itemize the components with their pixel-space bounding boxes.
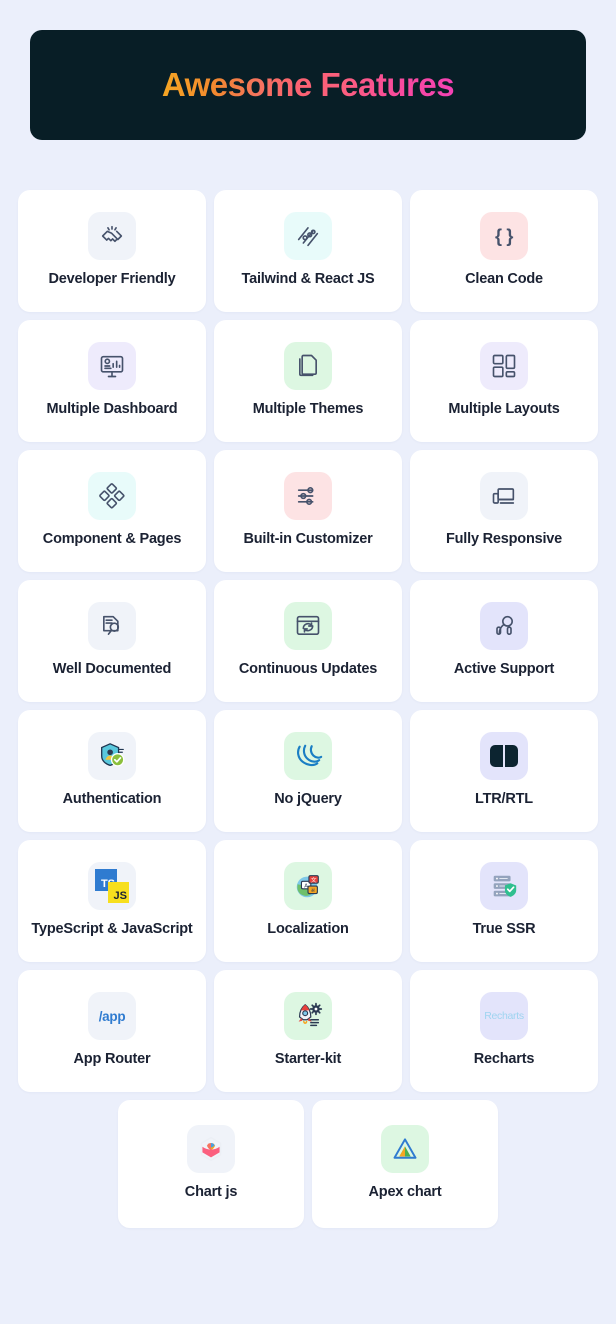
typescript-javascript-icon: TSJS <box>88 862 136 911</box>
feature-card[interactable]: Fully Responsive <box>410 450 598 572</box>
server-shield-icon <box>480 862 528 911</box>
feature-card-label: Localization <box>267 921 349 938</box>
feature-card[interactable]: /app App Router <box>18 970 206 1092</box>
feature-card[interactable]: True SSR <box>410 840 598 962</box>
feature-card-label: Recharts <box>473 1051 535 1068</box>
rocket-gear-icon <box>284 992 332 1041</box>
diamond-cluster-icon <box>88 472 136 521</box>
feature-card[interactable]: A 文 अ Localization <box>214 840 402 962</box>
feature-card[interactable]: Tailwind & React JS <box>214 190 402 312</box>
feature-card-label: LTR/RTL <box>475 791 533 808</box>
feature-card[interactable]: Multiple Layouts <box>410 320 598 442</box>
svg-text:अ: अ <box>311 888 315 894</box>
feature-card-label: Multiple Layouts <box>448 401 560 418</box>
feature-card-label: Developer Friendly <box>48 271 176 288</box>
handshake-icon <box>88 212 136 261</box>
icon-text: /app <box>98 1008 126 1024</box>
features-row: Chart js Apex chart <box>18 1100 598 1228</box>
feature-card-label: Multiple Themes <box>252 401 364 418</box>
document-search-icon <box>88 602 136 651</box>
feature-card[interactable]: Multiple Dashboard <box>18 320 206 442</box>
apexcharts-logo-icon <box>381 1125 429 1174</box>
feature-card[interactable]: Active Support <box>410 580 598 702</box>
feature-card-label: Active Support <box>453 661 555 678</box>
chartjs-logo-icon <box>187 1125 235 1174</box>
monitor-analytics-icon <box>88 342 136 391</box>
features-row: /app App Router Starter-kit Recharts Rechart… <box>18 970 598 1092</box>
recharts-text-icon: Recharts <box>480 992 528 1041</box>
ltr-rtl-split-icon <box>480 732 528 781</box>
curly-braces-icon: { } <box>480 212 528 261</box>
feature-card[interactable]: Authentication <box>18 710 206 832</box>
feature-card-label: Chart js <box>184 1184 238 1201</box>
globe-translate-icon: A文अ <box>284 862 332 911</box>
sliders-diagonal-icon <box>284 212 332 261</box>
stacked-pages-icon <box>284 342 332 391</box>
devices-icon <box>480 472 528 521</box>
feature-card-label: Well Documented <box>52 661 172 678</box>
feature-card[interactable]: Built-in Customizer <box>214 450 402 572</box>
layout-grid-icon <box>480 342 528 391</box>
features-row: Well Documented Continuous Updates Active … <box>18 580 598 702</box>
feature-card[interactable]: Developer Friendly <box>18 190 206 312</box>
features-row: Component & Pages Built-in Customizer Full… <box>18 450 598 572</box>
feature-card-label: Apex chart <box>368 1184 442 1201</box>
feature-card-label: Component & Pages <box>42 531 182 548</box>
icon-text: Recharts <box>484 1010 524 1023</box>
feature-card[interactable]: Continuous Updates <box>214 580 402 702</box>
svg-text:文: 文 <box>311 876 317 884</box>
jquery-logo-icon <box>284 732 332 781</box>
feature-card-label: Clean Code <box>465 271 543 288</box>
feature-card-label: App Router <box>73 1051 151 1068</box>
features-row: Authentication No jQuery LTR/RTL <box>18 710 598 832</box>
settings-sliders-icon <box>284 472 332 521</box>
features-row: Multiple Dashboard Multiple Themes Multipl… <box>18 320 598 442</box>
feature-card[interactable]: Multiple Themes <box>214 320 402 442</box>
app-route-text-icon: /app <box>88 992 136 1041</box>
browser-refresh-icon <box>284 602 332 651</box>
feature-card-label: Continuous Updates <box>238 661 378 678</box>
page-title: Awesome Features <box>161 66 455 103</box>
shield-user-check-icon <box>88 732 136 781</box>
feature-card[interactable]: TSJS TypeScript & JavaScript <box>18 840 206 962</box>
feature-card-label: Multiple Dashboard <box>46 401 178 418</box>
feature-card-label: Fully Responsive <box>445 531 563 548</box>
feature-card-label: No jQuery <box>274 791 342 808</box>
feature-card[interactable]: Chart js <box>118 1100 304 1228</box>
page-banner: Awesome Features <box>30 30 586 140</box>
features-grid: Developer Friendly Tailwind & React JS { }… <box>18 190 598 1228</box>
feature-card[interactable]: LTR/RTL <box>410 710 598 832</box>
feature-card[interactable]: { } Clean Code <box>410 190 598 312</box>
feature-card-label: Tailwind & React JS <box>241 271 375 288</box>
features-row: Developer Friendly Tailwind & React JS { }… <box>18 190 598 312</box>
feature-card[interactable]: Recharts Recharts <box>410 970 598 1092</box>
feature-card[interactable]: No jQuery <box>214 710 402 832</box>
headset-icon <box>480 602 528 651</box>
features-row: TSJS TypeScript & JavaScript A文अ Localizati… <box>18 840 598 962</box>
feature-card[interactable]: Component & Pages <box>18 450 206 572</box>
ltr-rtl-split-shape <box>490 745 518 768</box>
features-page: Awesome Features Developer Friendly Tailw… <box>0 0 616 1324</box>
feature-card[interactable]: Starter-kit <box>214 970 402 1092</box>
feature-card[interactable]: Apex chart <box>312 1100 498 1228</box>
feature-card-label: Authentication <box>62 791 162 808</box>
feature-card-label: True SSR <box>472 921 536 938</box>
feature-card-label: Starter-kit <box>274 1051 342 1068</box>
feature-card[interactable]: Well Documented <box>18 580 206 702</box>
feature-card-label: TypeScript & JavaScript <box>31 921 193 938</box>
feature-card-label: Built-in Customizer <box>243 531 373 548</box>
